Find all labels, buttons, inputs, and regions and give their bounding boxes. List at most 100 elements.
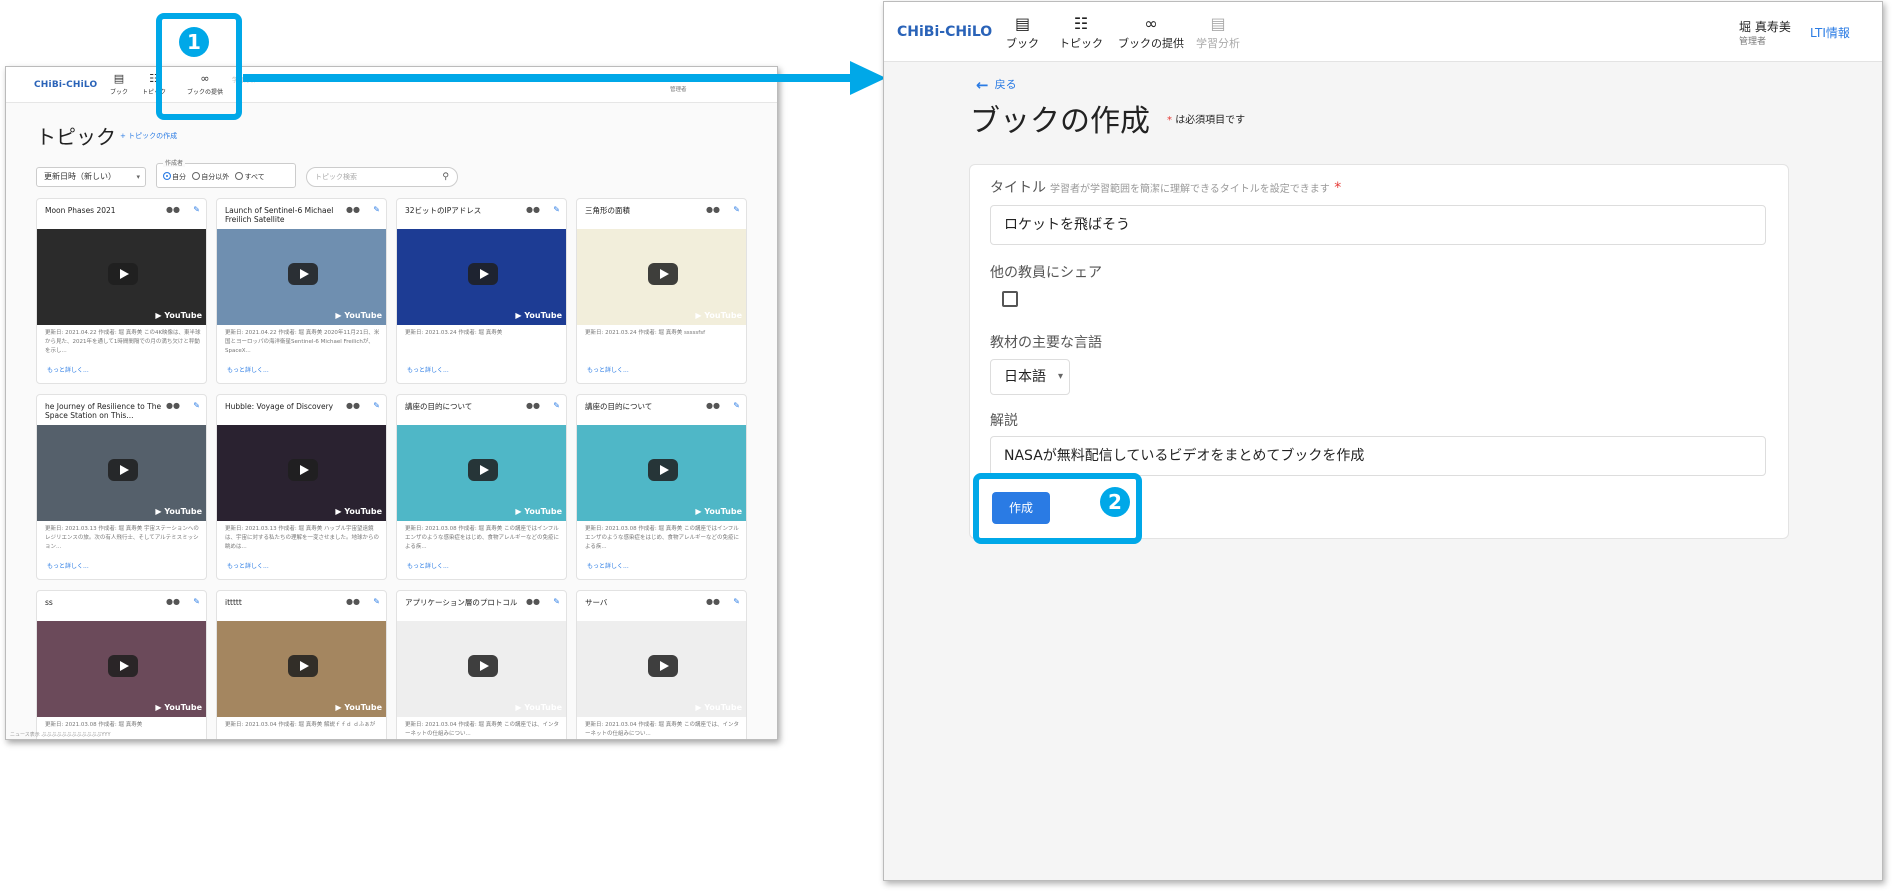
video-thumbnail[interactable]: ▶ YouTube — [577, 229, 746, 325]
topic-card[interactable]: 講座の目的について ●● ✎ ▶ YouTube 更新日: 2021.03.08 作成者… — [576, 394, 747, 580]
nav-analytics[interactable]: ▤ 学習分析 — [1196, 15, 1240, 51]
edit-pencil-icon[interactable]: ✎ — [193, 401, 200, 410]
more-link[interactable]: もっと詳しく... — [47, 561, 89, 570]
video-thumbnail[interactable]: ▶ YouTube — [397, 621, 566, 717]
video-thumbnail[interactable]: ▶ YouTube — [397, 425, 566, 521]
play-button-icon[interactable] — [648, 655, 678, 677]
create-topic-link[interactable]: + トピックの作成 — [120, 131, 177, 141]
nav-book[interactable]: ▤ ブック — [1006, 15, 1039, 51]
title-hint: 学習者が学習範囲を簡潔に理解できるタイトルを設定できます — [1050, 184, 1330, 195]
youtube-logo-icon: ▶ YouTube — [335, 507, 382, 516]
edit-pencil-icon[interactable]: ✎ — [553, 401, 560, 410]
edit-pencil-icon[interactable]: ✎ — [373, 401, 380, 410]
play-button-icon[interactable] — [288, 655, 318, 677]
topic-card-title: アプリケーション層のプロトコル — [405, 598, 518, 607]
play-button-icon[interactable] — [648, 263, 678, 285]
edit-pencil-icon[interactable]: ✎ — [193, 205, 200, 214]
video-thumbnail[interactable]: ▶ YouTube — [577, 621, 746, 717]
radio-all[interactable] — [235, 172, 244, 180]
lti-info-link[interactable]: LTI情報 — [1810, 24, 1850, 41]
nav-topic[interactable]: ☷ トピック — [1059, 15, 1103, 51]
nav-label: トピック — [1059, 37, 1103, 50]
topic-card[interactable]: 講座の目的について ●● ✎ ▶ YouTube 更新日: 2021.03.08 作成者… — [396, 394, 567, 580]
play-button-icon[interactable] — [468, 459, 498, 481]
youtube-logo-icon: ▶ YouTube — [515, 703, 562, 712]
language-label: 教材の主要な言語 — [990, 335, 1102, 351]
edit-pencil-icon[interactable]: ✎ — [553, 597, 560, 606]
youtube-logo-icon: ▶ YouTube — [335, 311, 382, 320]
people-icon: ●● — [166, 401, 180, 410]
app-logo[interactable]: CHiBi-CHiLO — [34, 80, 97, 90]
edit-pencil-icon[interactable]: ✎ — [733, 597, 740, 606]
topic-card[interactable]: Moon Phases 2021 ●● ✎ ▶ YouTube 更新日: 2021.04… — [36, 198, 207, 384]
topic-card-title: サーバ — [585, 598, 608, 607]
video-thumbnail[interactable]: ▶ YouTube — [37, 229, 206, 325]
topic-list-window: CHiBi-CHiLO ▤ブック ☷トピック ∞ブックの提供 学習分析 管理者 … — [5, 66, 778, 740]
play-button-icon[interactable] — [468, 263, 498, 285]
more-link[interactable]: もっと詳しく... — [407, 561, 449, 570]
radio-others[interactable] — [192, 172, 201, 180]
topic-card[interactable]: Launch of Sentinel-6 Michael Freilich Sa… — [216, 198, 387, 384]
topic-search-input[interactable]: トピック検索 ⚲ — [306, 167, 458, 187]
people-icon: ●● — [166, 597, 180, 606]
share-checkbox[interactable] — [1002, 291, 1018, 307]
video-thumbnail[interactable]: ▶ YouTube — [217, 229, 386, 325]
topic-card[interactable]: サーバ ●● ✎ ▶ YouTube 更新日: 2021.03.04 作成者: 堀 真寿… — [576, 590, 747, 739]
app-logo[interactable]: CHiBi-CHiLO — [897, 24, 992, 40]
edit-pencil-icon[interactable]: ✎ — [733, 205, 740, 214]
video-thumbnail[interactable]: ▶ YouTube — [217, 425, 386, 521]
more-link[interactable]: もっと詳しく... — [407, 365, 449, 374]
description-input[interactable]: NASAが無料配信しているビデオをまとめてブックを作成 — [990, 436, 1766, 476]
topic-icon: ☷ — [1073, 14, 1089, 33]
language-select[interactable]: 日本語 — [990, 359, 1070, 395]
topic-card-title: ss — [45, 598, 53, 607]
nav-book[interactable]: ▤ ブック — [103, 73, 135, 97]
edit-pencil-icon[interactable]: ✎ — [373, 597, 380, 606]
play-button-icon[interactable] — [288, 459, 318, 481]
video-thumbnail[interactable]: ▶ YouTube — [217, 621, 386, 717]
title-input[interactable]: ロケットを飛ばそう — [990, 205, 1766, 245]
edit-pencil-icon[interactable]: ✎ — [553, 205, 560, 214]
description-label: 解説 — [990, 413, 1018, 429]
topic-card[interactable]: 三角形の面積 ●● ✎ ▶ YouTube 更新日: 2021.03.24 作成者: 堀… — [576, 198, 747, 384]
edit-pencil-icon[interactable]: ✎ — [193, 597, 200, 606]
more-link[interactable]: もっと詳しく... — [47, 365, 89, 374]
people-icon: ●● — [526, 597, 540, 606]
radio-self[interactable] — [163, 172, 171, 180]
more-link[interactable]: もっと詳しく... — [227, 365, 269, 374]
video-thumbnail[interactable]: ▶ YouTube — [37, 621, 206, 717]
play-button-icon[interactable] — [108, 263, 138, 285]
video-thumbnail[interactable]: ▶ YouTube — [37, 425, 206, 521]
topic-card-title: Hubble: Voyage of Discovery — [225, 402, 334, 411]
play-button-icon[interactable] — [648, 459, 678, 481]
topic-card[interactable]: アプリケーション層のプロトコル ●● ✎ ▶ YouTube 更新日: 2021.03.… — [396, 590, 567, 739]
topic-card[interactable]: ss ●● ✎ ▶ YouTube 更新日: 2021.03.08 作成者: 堀 真寿美… — [36, 590, 207, 739]
topic-card[interactable]: 32ビットのIPアドレス ●● ✎ ▶ YouTube 更新日: 2021.03.24 … — [396, 198, 567, 384]
topic-card[interactable]: he Journey of Resilience to The Space St… — [36, 394, 207, 580]
more-link[interactable]: もっと詳しく... — [227, 561, 269, 570]
nav-provide-book[interactable]: ∞ ブックの提供 — [1118, 15, 1184, 51]
youtube-logo-icon: ▶ YouTube — [155, 507, 202, 516]
people-icon: ●● — [166, 205, 180, 214]
required-note-text: は必須項目です — [1175, 115, 1246, 126]
more-link[interactable]: もっと詳しく... — [587, 365, 629, 374]
topic-card-meta: 更新日: 2021.03.08 作成者: 堀 真寿美 この講座ではインフルエンザ… — [405, 526, 560, 550]
topic-card-title: ittttt — [225, 598, 242, 607]
more-link[interactable]: もっと詳しく... — [587, 561, 629, 570]
user-role: 管理者 — [1739, 37, 1767, 47]
play-button-icon[interactable] — [108, 459, 138, 481]
play-button-icon[interactable] — [468, 655, 498, 677]
video-thumbnail[interactable]: ▶ YouTube — [397, 229, 566, 325]
account-role: 管理者 — [670, 87, 687, 93]
back-link[interactable]: ← 戻る — [976, 76, 1017, 94]
youtube-logo-icon: ▶ YouTube — [155, 311, 202, 320]
edit-pencil-icon[interactable]: ✎ — [733, 401, 740, 410]
topic-card[interactable]: ittttt ●● ✎ ▶ YouTube 更新日: 2021.03.04 作成者: 堀… — [216, 590, 387, 739]
sort-select[interactable]: 更新日時（新しい） — [36, 167, 146, 187]
topic-card[interactable]: Hubble: Voyage of Discovery ●● ✎ ▶ YouTube 更… — [216, 394, 387, 580]
edit-pencil-icon[interactable]: ✎ — [373, 205, 380, 214]
play-button-icon[interactable] — [288, 263, 318, 285]
required-note: * は必須項目です — [1167, 111, 1245, 126]
video-thumbnail[interactable]: ▶ YouTube — [577, 425, 746, 521]
play-button-icon[interactable] — [108, 655, 138, 677]
